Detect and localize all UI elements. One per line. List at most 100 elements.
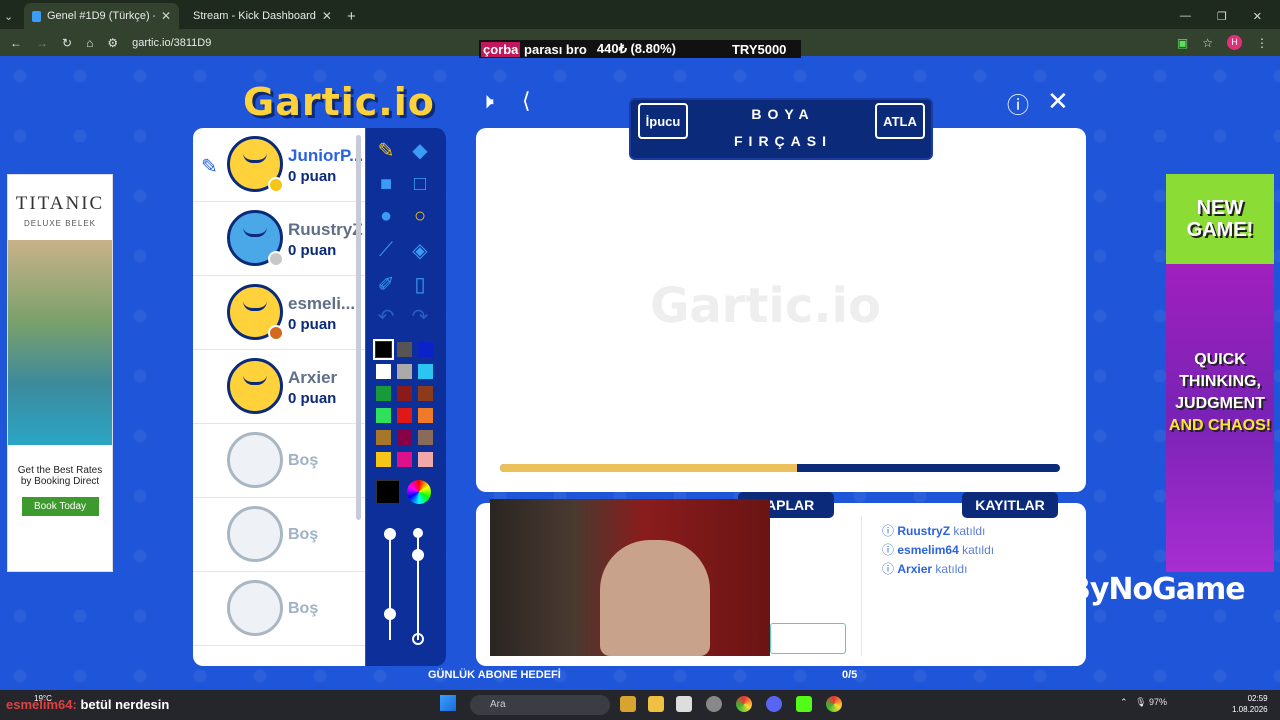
discord-icon[interactable]: [766, 696, 782, 712]
slider-handle[interactable]: [413, 528, 423, 538]
minimize-icon[interactable]: —: [1180, 10, 1191, 23]
color-swatch[interactable]: [397, 364, 412, 379]
close-tab-icon[interactable]: ✕: [161, 9, 171, 23]
windows-taskbar: [0, 690, 1280, 720]
color-wheel-icon[interactable]: [407, 480, 431, 504]
color-swatch[interactable]: [397, 386, 412, 401]
extension-icon[interactable]: ▣: [1177, 36, 1188, 50]
date: 1.08.2026: [1232, 705, 1268, 714]
clock[interactable]: 02:59 1.08.2026: [1232, 693, 1268, 715]
profile-avatar[interactable]: H: [1227, 35, 1242, 50]
empty-avatar: [227, 432, 283, 488]
color-swatch[interactable]: [418, 452, 433, 467]
players-scrollbar[interactable]: [356, 135, 361, 520]
log-entry: ⓘ Arxier katıldı: [882, 560, 967, 577]
fill-bucket-tool-icon[interactable]: ◈: [406, 236, 434, 264]
url-field[interactable]: gartic.io/3811D9: [132, 37, 211, 49]
store-icon[interactable]: [676, 696, 692, 712]
player-score: 0 puan: [288, 168, 337, 185]
chevron-up-icon[interactable]: ⌃: [1120, 697, 1128, 707]
divider: [861, 516, 862, 656]
book-today-button[interactable]: Book Today: [21, 497, 99, 516]
word-line-2: FIRÇASI: [734, 133, 832, 149]
share-icon[interactable]: ⟨: [522, 88, 531, 114]
hint-button[interactable]: İpucu: [638, 103, 688, 139]
windows-start-icon[interactable]: [440, 695, 456, 711]
filled-circle-tool-icon[interactable]: ●: [372, 202, 400, 230]
tab-logs[interactable]: KAYITLAR: [962, 492, 1058, 518]
color-swatch[interactable]: [376, 386, 391, 401]
tab-title: Genel #1D9 (Türkçe) - Gartic.io: [46, 10, 155, 22]
color-swatch[interactable]: [418, 342, 433, 357]
color-swatch[interactable]: [418, 408, 433, 423]
color-swatch[interactable]: [376, 408, 391, 423]
slider-handle[interactable]: [384, 608, 396, 620]
opacity-slider[interactable]: [417, 528, 419, 640]
slider-handle[interactable]: [412, 549, 424, 561]
color-swatch[interactable]: [397, 452, 412, 467]
log-user: esmelim64: [897, 543, 959, 557]
redo-tool-icon[interactable]: ↷: [406, 302, 434, 330]
rect-tool-icon[interactable]: □: [406, 170, 434, 198]
color-swatch[interactable]: [376, 364, 391, 379]
color-swatch[interactable]: [376, 452, 391, 467]
empty-avatar: [227, 580, 283, 636]
ad-tagline-end: AND CHAOS!: [1168, 417, 1272, 434]
skip-button[interactable]: ATLA: [875, 103, 925, 139]
filled-rect-tool-icon[interactable]: ■: [372, 170, 400, 198]
game-ad[interactable]: NEW GAME! QUICK THINKING, JUDGMENT AND C…: [1166, 174, 1274, 572]
taskbar-search[interactable]: Ara: [470, 695, 610, 715]
color-swatch[interactable]: [397, 408, 412, 423]
info-icon[interactable]: ⓘ: [1007, 88, 1029, 120]
clear-page-tool-icon[interactable]: ▯: [406, 270, 434, 298]
chrome-icon[interactable]: [736, 696, 752, 712]
word-box: İpucu BOYA FIRÇASI ATLA: [629, 98, 933, 160]
bookmark-star-icon[interactable]: ☆: [1202, 36, 1213, 50]
avatar: [227, 284, 284, 341]
color-swatch[interactable]: [397, 342, 412, 357]
menu-dots-icon[interactable]: ⋮: [1256, 36, 1268, 50]
folder-icon[interactable]: [648, 696, 664, 712]
chrome-profile-icon[interactable]: [826, 696, 842, 712]
answer-input[interactable]: [770, 623, 846, 654]
sound-icon[interactable]: 🕨: [480, 88, 494, 114]
color-swatch[interactable]: [373, 339, 394, 360]
color-swatch[interactable]: [418, 430, 433, 445]
player-name: RuustryZ: [288, 220, 363, 239]
file-explorer-icon[interactable]: [620, 696, 636, 712]
restore-icon[interactable]: ❐: [1217, 10, 1227, 23]
ad-tagline: QUICK THINKING, JUDGMENT: [1175, 351, 1265, 412]
line-tool-icon[interactable]: ⟋: [372, 236, 400, 264]
eraser-tool-icon[interactable]: ◆: [406, 136, 434, 164]
brush-size-slider[interactable]: [389, 528, 391, 640]
slider-handle[interactable]: [384, 528, 396, 540]
settings-icon[interactable]: [706, 696, 722, 712]
close-window-icon[interactable]: ✕: [1253, 10, 1262, 23]
eyedropper-tool-icon[interactable]: ✐: [372, 270, 400, 298]
kick-icon[interactable]: [796, 696, 812, 712]
titanic-ad[interactable]: TITANIC DELUXE BELEK Get the Best Rates …: [7, 174, 113, 572]
tab-gartic[interactable]: Genel #1D9 (Türkçe) - Gartic.io ✕: [24, 3, 179, 29]
new-tab-plus-icon[interactable]: +: [339, 3, 361, 29]
circle-tool-icon[interactable]: ○: [406, 202, 434, 230]
forward-arrow-icon[interactable]: →: [36, 36, 48, 50]
chat-user: esmelim64:: [6, 697, 77, 712]
tab-list-chevron-icon[interactable]: ⌄: [0, 3, 18, 29]
reload-icon[interactable]: ↻: [62, 36, 72, 50]
avatar: [227, 210, 284, 267]
tab-kick[interactable]: Stream - Kick Dashboard ✕: [179, 3, 339, 29]
color-swatch[interactable]: [397, 430, 412, 445]
back-arrow-icon[interactable]: ←: [10, 36, 22, 50]
pencil-tool-icon[interactable]: ✎: [372, 136, 400, 164]
empty-avatar: [227, 506, 283, 562]
site-info-icon[interactable]: ⚙: [107, 36, 118, 50]
mic-icon[interactable]: 🎙: [1135, 697, 1146, 707]
close-game-icon[interactable]: ✕: [1047, 86, 1069, 117]
home-icon[interactable]: ⌂: [86, 36, 93, 50]
color-swatch[interactable]: [418, 386, 433, 401]
undo-tool-icon[interactable]: ↶: [372, 302, 400, 330]
empty-slot-label: Boş: [288, 526, 319, 543]
color-swatch[interactable]: [418, 364, 433, 379]
close-tab-icon[interactable]: ✕: [322, 9, 332, 23]
color-swatch[interactable]: [376, 430, 391, 445]
